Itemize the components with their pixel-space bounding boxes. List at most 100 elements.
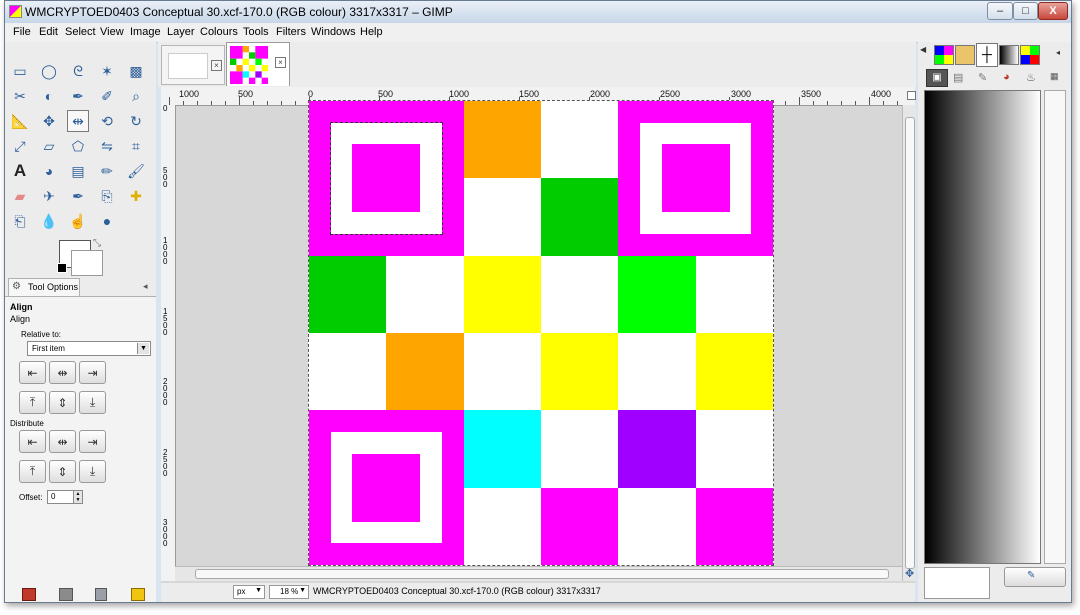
navigate-icon[interactable]: ✥ xyxy=(905,567,914,580)
rotate-tool[interactable]: ↻ xyxy=(125,110,147,132)
align-tool[interactable]: ⇹ xyxy=(67,110,89,132)
colormap-icon[interactable] xyxy=(1020,45,1040,65)
clone-tool[interactable]: ⎘ xyxy=(96,185,118,207)
tab-tool-options[interactable]: ⚙ Tool Options xyxy=(8,278,80,297)
paths-tool[interactable]: ✒ xyxy=(67,85,89,107)
image-tab-2[interactable]: × xyxy=(226,42,290,86)
undo-tab-icon[interactable]: ♨ xyxy=(1026,71,1036,84)
dock-menu-icon[interactable]: ◀ xyxy=(920,45,926,54)
relative-to-select[interactable]: First item ▼ xyxy=(27,341,151,356)
blend-tool[interactable]: ▤ xyxy=(67,160,89,182)
brush-icon[interactable]: ┼ xyxy=(976,43,998,67)
align-right-edge-button[interactable]: ⇥ xyxy=(79,361,106,384)
dock-scroll-arrow[interactable] xyxy=(1059,104,1064,134)
swap-colors-icon[interactable]: ⤡ xyxy=(93,238,101,249)
menu-help[interactable]: Help xyxy=(360,26,383,38)
pencil-tool[interactable]: ✏ xyxy=(96,160,118,182)
text-tool[interactable]: A xyxy=(9,160,31,182)
pattern-icon[interactable] xyxy=(955,45,975,65)
configure-tab-icon[interactable]: ◂ xyxy=(143,281,148,292)
image-canvas[interactable] xyxy=(308,100,774,566)
measure-tool[interactable]: 📐 xyxy=(9,110,31,132)
reset-options-icon[interactable] xyxy=(131,588,145,601)
paths-tab-icon[interactable]: ✎ xyxy=(978,71,987,84)
restore-options-icon[interactable] xyxy=(59,588,73,601)
vertical-scroll-thumb[interactable] xyxy=(905,117,915,569)
unit-select[interactable]: px ▼ xyxy=(233,585,265,599)
minimize-button[interactable]: – xyxy=(987,2,1013,20)
menu-image[interactable]: Image xyxy=(130,26,161,38)
horizontal-scrollbar[interactable] xyxy=(175,566,902,581)
offset-spinbox[interactable]: 0 ▲ ▼ xyxy=(47,490,83,504)
paintbrush-tool[interactable]: 🖌 xyxy=(125,160,147,182)
zoom-image-icon[interactable] xyxy=(907,91,916,100)
spin-arrows-icon[interactable]: ▲ ▼ xyxy=(73,491,82,503)
bucket-fill-tool[interactable]: ◕ xyxy=(38,160,60,182)
distribute-middle-button[interactable]: ⇕ xyxy=(49,460,76,483)
distribute-center-button[interactable]: ⇹ xyxy=(49,430,76,453)
menu-windows[interactable]: Windows xyxy=(311,26,356,38)
menu-colours[interactable]: Colours xyxy=(200,26,238,38)
scale-tool[interactable]: ⤢ xyxy=(9,135,31,157)
dock-scrollbar[interactable] xyxy=(1044,90,1066,564)
title-bar[interactable]: WMCRYPTOED0403 Conceptual 30.xcf-170.0 (… xyxy=(5,1,1071,23)
dock-configure-icon[interactable]: ◂ xyxy=(1056,48,1060,57)
colour-tab-icon[interactable]: ◕ xyxy=(1003,71,1010,83)
by-color-select-tool[interactable]: ▩ xyxy=(125,60,147,82)
align-bottom-edge-button[interactable]: ⤓ xyxy=(79,391,106,414)
chevron-down-icon[interactable]: ▼ xyxy=(137,343,149,354)
perspective-tool[interactable]: ⬠ xyxy=(67,135,89,157)
gradient-icon[interactable] xyxy=(999,45,1019,65)
edit-button[interactable]: ✎ xyxy=(1004,567,1066,587)
close-button[interactable]: X xyxy=(1038,2,1068,20)
save-options-icon[interactable] xyxy=(22,588,36,601)
default-colors-icon[interactable] xyxy=(57,263,67,273)
background-color-swatch[interactable] xyxy=(71,250,103,276)
transform-tool[interactable]: ⟲ xyxy=(96,110,118,132)
vertical-ruler[interactable]: 0 500 1000 1500 2000 2500 3000 xyxy=(161,105,176,581)
distribute-right-button[interactable]: ⇥ xyxy=(79,430,106,453)
menu-select[interactable]: Select xyxy=(65,26,96,38)
zoom-select[interactable]: 18 % ▼ xyxy=(269,585,309,599)
distribute-left-button[interactable]: ⇤ xyxy=(19,430,46,453)
ink-tool[interactable]: ✒ xyxy=(67,185,89,207)
images-tab-icon[interactable]: ▦ xyxy=(1050,71,1059,82)
dodge-burn-tool[interactable]: ● xyxy=(96,210,118,232)
move-tool[interactable]: ✥ xyxy=(38,110,60,132)
vertical-scrollbar[interactable] xyxy=(902,105,916,581)
close-tab-icon[interactable]: × xyxy=(211,60,222,71)
foreground-select-tool[interactable]: ◐ xyxy=(38,85,60,107)
blur-tool[interactable]: 💧 xyxy=(38,210,60,232)
align-center-button[interactable]: ⇹ xyxy=(49,361,76,384)
palette-icon[interactable] xyxy=(934,45,954,65)
free-select-tool[interactable]: ᘓ xyxy=(67,60,89,82)
scissors-tool[interactable]: ✂ xyxy=(9,85,31,107)
align-middle-button[interactable]: ⇕ xyxy=(49,391,76,414)
perspective-clone-tool[interactable]: ⎗ xyxy=(9,210,31,232)
color-picker-tool[interactable]: ✐ xyxy=(96,85,118,107)
horizontal-scroll-thumb[interactable] xyxy=(195,569,889,579)
layers-tab[interactable]: ▣ xyxy=(926,69,948,87)
menu-filters[interactable]: Filters xyxy=(276,26,306,38)
menu-file[interactable]: File xyxy=(13,26,31,38)
menu-tools[interactable]: Tools xyxy=(243,26,269,38)
fuzzy-select-tool[interactable]: ✶ xyxy=(96,60,118,82)
close-tab-icon[interactable]: × xyxy=(275,57,286,68)
zoom-tool[interactable]: ⌕ xyxy=(125,85,147,107)
menu-view[interactable]: View xyxy=(100,26,124,38)
align-left-edge-button[interactable]: ⇤ xyxy=(19,361,46,384)
distribute-top-button[interactable]: ⤒ xyxy=(19,460,46,483)
menu-edit[interactable]: Edit xyxy=(39,26,58,38)
image-tab-1[interactable]: × xyxy=(161,45,225,85)
smudge-tool[interactable]: ☝ xyxy=(67,210,89,232)
ellipse-select-tool[interactable]: ◯ xyxy=(38,60,60,82)
cage-tool[interactable]: ⌗ xyxy=(125,135,147,157)
flip-tool[interactable]: ⇋ xyxy=(96,135,118,157)
delete-options-icon[interactable] xyxy=(95,588,107,601)
airbrush-tool[interactable]: ✈ xyxy=(38,185,60,207)
eraser-tool[interactable]: ▰ xyxy=(9,185,31,207)
maximize-button[interactable]: □ xyxy=(1013,2,1038,20)
channels-tab-icon[interactable]: ▤ xyxy=(953,71,963,84)
rect-select-tool[interactable]: ▭ xyxy=(9,60,31,82)
distribute-bottom-button[interactable]: ⤓ xyxy=(79,460,106,483)
